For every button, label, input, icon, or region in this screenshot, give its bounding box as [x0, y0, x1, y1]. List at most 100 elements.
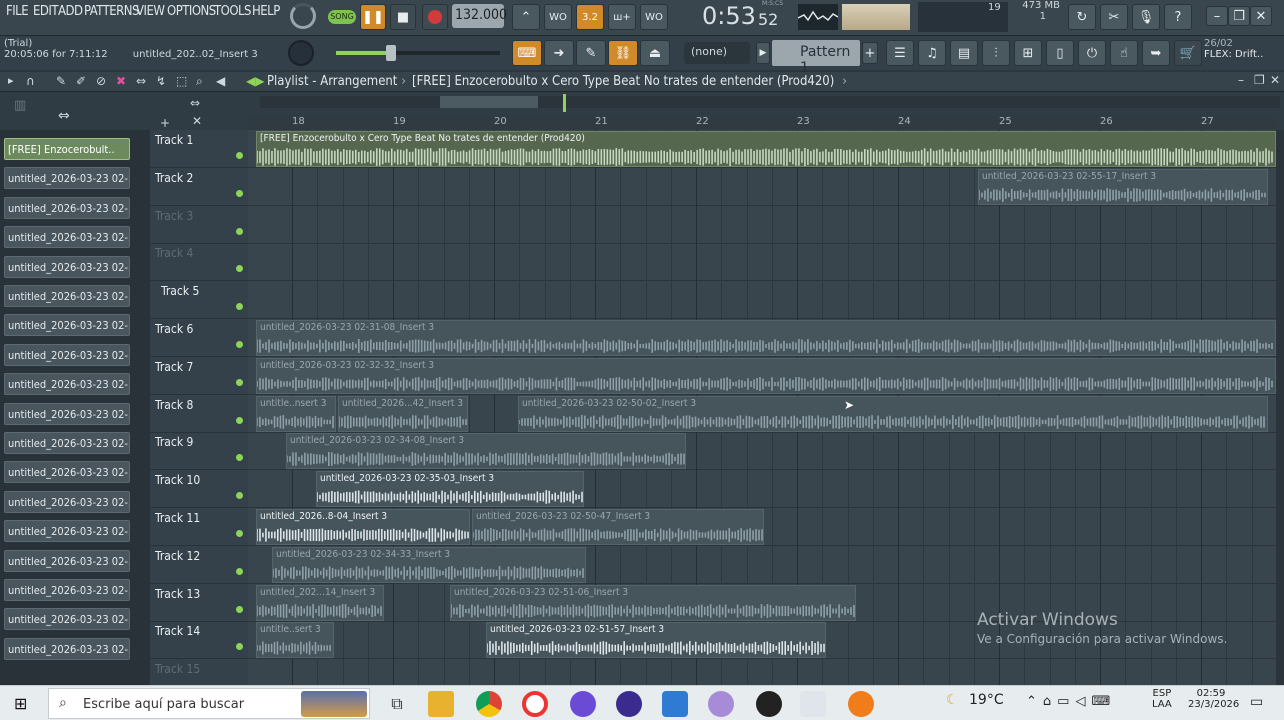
window-close-icon[interactable]: ✕ — [1270, 73, 1280, 87]
close-button[interactable]: ✕ — [1250, 6, 1272, 26]
maximize-button[interactable]: ❐ — [1228, 6, 1250, 26]
track-mute-led[interactable] — [236, 303, 243, 311]
audio-clip[interactable]: untitled_2026-03-23 02-34-08_Insert 3 — [286, 433, 686, 470]
audio-clip[interactable]: untitled_2026-03-23 02-32-32_Insert 3 — [256, 357, 1276, 394]
track-mute-led[interactable] — [236, 416, 243, 424]
track-mute-led[interactable] — [236, 341, 243, 348]
pattern-item[interactable]: untitled_2026-03-23 02-.. — [4, 549, 130, 572]
draw-tool-icon[interactable]: ✎ — [56, 74, 66, 88]
audio-clip[interactable]: untitled_2026-03-23 02-55-17_Insert 3 — [978, 168, 1268, 205]
menu-options[interactable]: OPTIONS — [167, 4, 216, 19]
track-header[interactable]: Track 6 — [150, 319, 248, 357]
track-header[interactable]: Track 3 — [150, 206, 248, 244]
start-button[interactable]: ⊞ — [14, 694, 32, 713]
chrome-icon[interactable] — [476, 691, 502, 717]
clock[interactable]: 02:59 23/3/2026 — [1188, 688, 1239, 710]
language-indicator[interactable]: ESP LAA — [1152, 688, 1172, 710]
pattern-item[interactable]: untitled_2026-03-23 02-.. — [4, 226, 130, 249]
audio-clip[interactable]: untitled_2026-03-23 02-31-08_Insert 3 — [256, 320, 1276, 356]
pattern-item[interactable]: untitled_2026-03-23 02-.. — [4, 432, 130, 454]
playlist-options-icon[interactable]: ▸ — [8, 74, 14, 87]
track-header[interactable]: Track 8 — [150, 395, 248, 433]
notifications-icon[interactable]: ▭ — [1250, 694, 1263, 710]
track-mute-led[interactable] — [236, 643, 243, 651]
pattern-picker-icon[interactable]: ▥ — [14, 98, 26, 113]
track-mute-led[interactable] — [236, 265, 243, 273]
playlist-grid[interactable]: [FREE] Enzocerobulto x Cero Type Beat No… — [248, 130, 1276, 685]
track-mute-led[interactable] — [236, 378, 243, 386]
typing-keyboard-button[interactable]: ⌨ — [512, 40, 542, 66]
track-header[interactable]: Track 7 — [150, 357, 248, 395]
overview-scrollbar[interactable] — [260, 94, 1280, 112]
countdown-button[interactable]: 3.2 — [576, 4, 604, 30]
pattern-item[interactable]: untitled_2026-03-23 02-.. — [4, 285, 130, 307]
audio-clip[interactable]: untitle..sert 3 — [256, 622, 334, 659]
pattern-item[interactable]: untitled_2026-03-23 02-.. — [4, 579, 130, 601]
stamp-button[interactable]: ⏏ — [640, 40, 670, 66]
delete-tool-icon[interactable]: ⊘ — [96, 74, 106, 88]
paint-tool-icon[interactable]: ✐ — [76, 74, 86, 88]
audio-clip[interactable]: untitled_2026..8-04_Insert 3 — [256, 509, 470, 545]
track-lane[interactable] — [248, 206, 1276, 244]
obs-icon[interactable] — [616, 691, 642, 717]
audio-clip[interactable]: untitle..nsert 3 — [256, 395, 336, 432]
track-close-icon[interactable]: ✕ — [192, 114, 202, 128]
slice-tool-icon[interactable]: ↯ — [156, 74, 166, 88]
magnet-icon[interactable]: ∩ — [26, 74, 35, 88]
track-header[interactable]: Track 9 — [150, 432, 248, 471]
menu-tools[interactable]: TOOLS — [214, 4, 252, 19]
song-mode-toggle[interactable]: SONG — [328, 10, 356, 24]
menu-file[interactable]: FILE — [6, 4, 29, 19]
playlist-button[interactable]: ☰ — [886, 40, 914, 66]
audio-clip[interactable]: untitled_2026-03-23 02-35-03_Insert 3 — [316, 471, 584, 508]
track-header[interactable]: Track 11 — [150, 508, 248, 546]
pause-button[interactable]: ❚❚ — [360, 4, 386, 30]
pattern-move-icon[interactable]: ⇔ — [190, 96, 200, 110]
master-volume-slider[interactable] — [336, 45, 500, 61]
master-volume-knob[interactable] — [290, 3, 316, 29]
audio-input-button[interactable]: 🎙 — [1132, 4, 1160, 30]
zoom-tool-icon[interactable]: ⌕ — [196, 74, 203, 89]
task-view-icon[interactable]: ⧉ — [384, 691, 410, 717]
news-panel[interactable]: 26/02 FLEX: Drift.. — [1204, 38, 1282, 60]
pattern-item[interactable]: untitled_2026-03-23 02-.. — [4, 167, 130, 190]
metronome-button[interactable]: ⌃ — [512, 4, 540, 30]
piano-roll-button[interactable]: ♫ — [918, 40, 946, 66]
menu-view[interactable]: VIEW — [136, 4, 165, 19]
audio-clip[interactable]: untitled_2026-03-23 02-50-47_Insert 3 — [472, 509, 764, 545]
pattern-item[interactable]: untitled_2026-03-23 02-.. — [4, 196, 130, 219]
cut-tool-button[interactable]: ✂ — [1100, 4, 1128, 30]
playback-tool-icon[interactable]: ◀ — [216, 74, 225, 88]
taskbar-search[interactable]: ⌕ Escribe aquí para buscar — [48, 688, 370, 719]
keyboard-tray-icon[interactable]: ⌨ — [1091, 694, 1116, 709]
export-button[interactable]: ➥ — [1142, 40, 1170, 66]
snap-selector[interactable]: (none) — [684, 42, 750, 64]
shop-button[interactable]: 🛒 — [1174, 40, 1202, 66]
slider-handle[interactable] — [386, 45, 396, 61]
track-mute-led[interactable] — [236, 605, 243, 613]
monitor-icon[interactable]: ▭ — [1057, 694, 1075, 709]
track-mute-led[interactable] — [236, 189, 243, 197]
fl-studio-icon[interactable] — [848, 691, 874, 717]
track-header[interactable]: Track 14 — [150, 621, 248, 660]
network-icon[interactable]: ⌂ — [1043, 694, 1057, 709]
undo-button[interactable]: ↻ — [1068, 4, 1096, 30]
performance-button[interactable]: ☝ — [1110, 40, 1138, 66]
menu-patterns[interactable]: PATTERNS — [84, 4, 139, 19]
help-button[interactable]: ? — [1164, 4, 1192, 30]
pattern-item[interactable]: untitled_2026-03-23 02-.. — [4, 520, 130, 543]
track-lane[interactable] — [248, 281, 1276, 320]
stop-button[interactable]: ■ — [390, 4, 416, 30]
track-lane[interactable] — [248, 243, 1276, 282]
track-mute-led[interactable] — [236, 454, 243, 462]
shield-app-icon[interactable] — [662, 691, 688, 717]
pattern-item[interactable]: untitled_2026-03-23 02-.. — [4, 402, 130, 425]
chevron-up-icon[interactable]: ⌃ — [1026, 694, 1043, 709]
link-button[interactable]: ⛓ — [608, 40, 638, 66]
overview-thumb[interactable] — [440, 96, 538, 108]
select-tool-icon[interactable]: ⬚ — [176, 74, 187, 88]
record-button[interactable] — [422, 4, 448, 30]
pattern-item[interactable]: untitled_2026-03-23 02-.. — [4, 373, 130, 396]
audio-clip[interactable]: untitled_2026-03-23 02-50-02_Insert 3 — [518, 395, 1268, 432]
time-display[interactable]: 0:53 52 M:S:CS — [698, 0, 790, 34]
